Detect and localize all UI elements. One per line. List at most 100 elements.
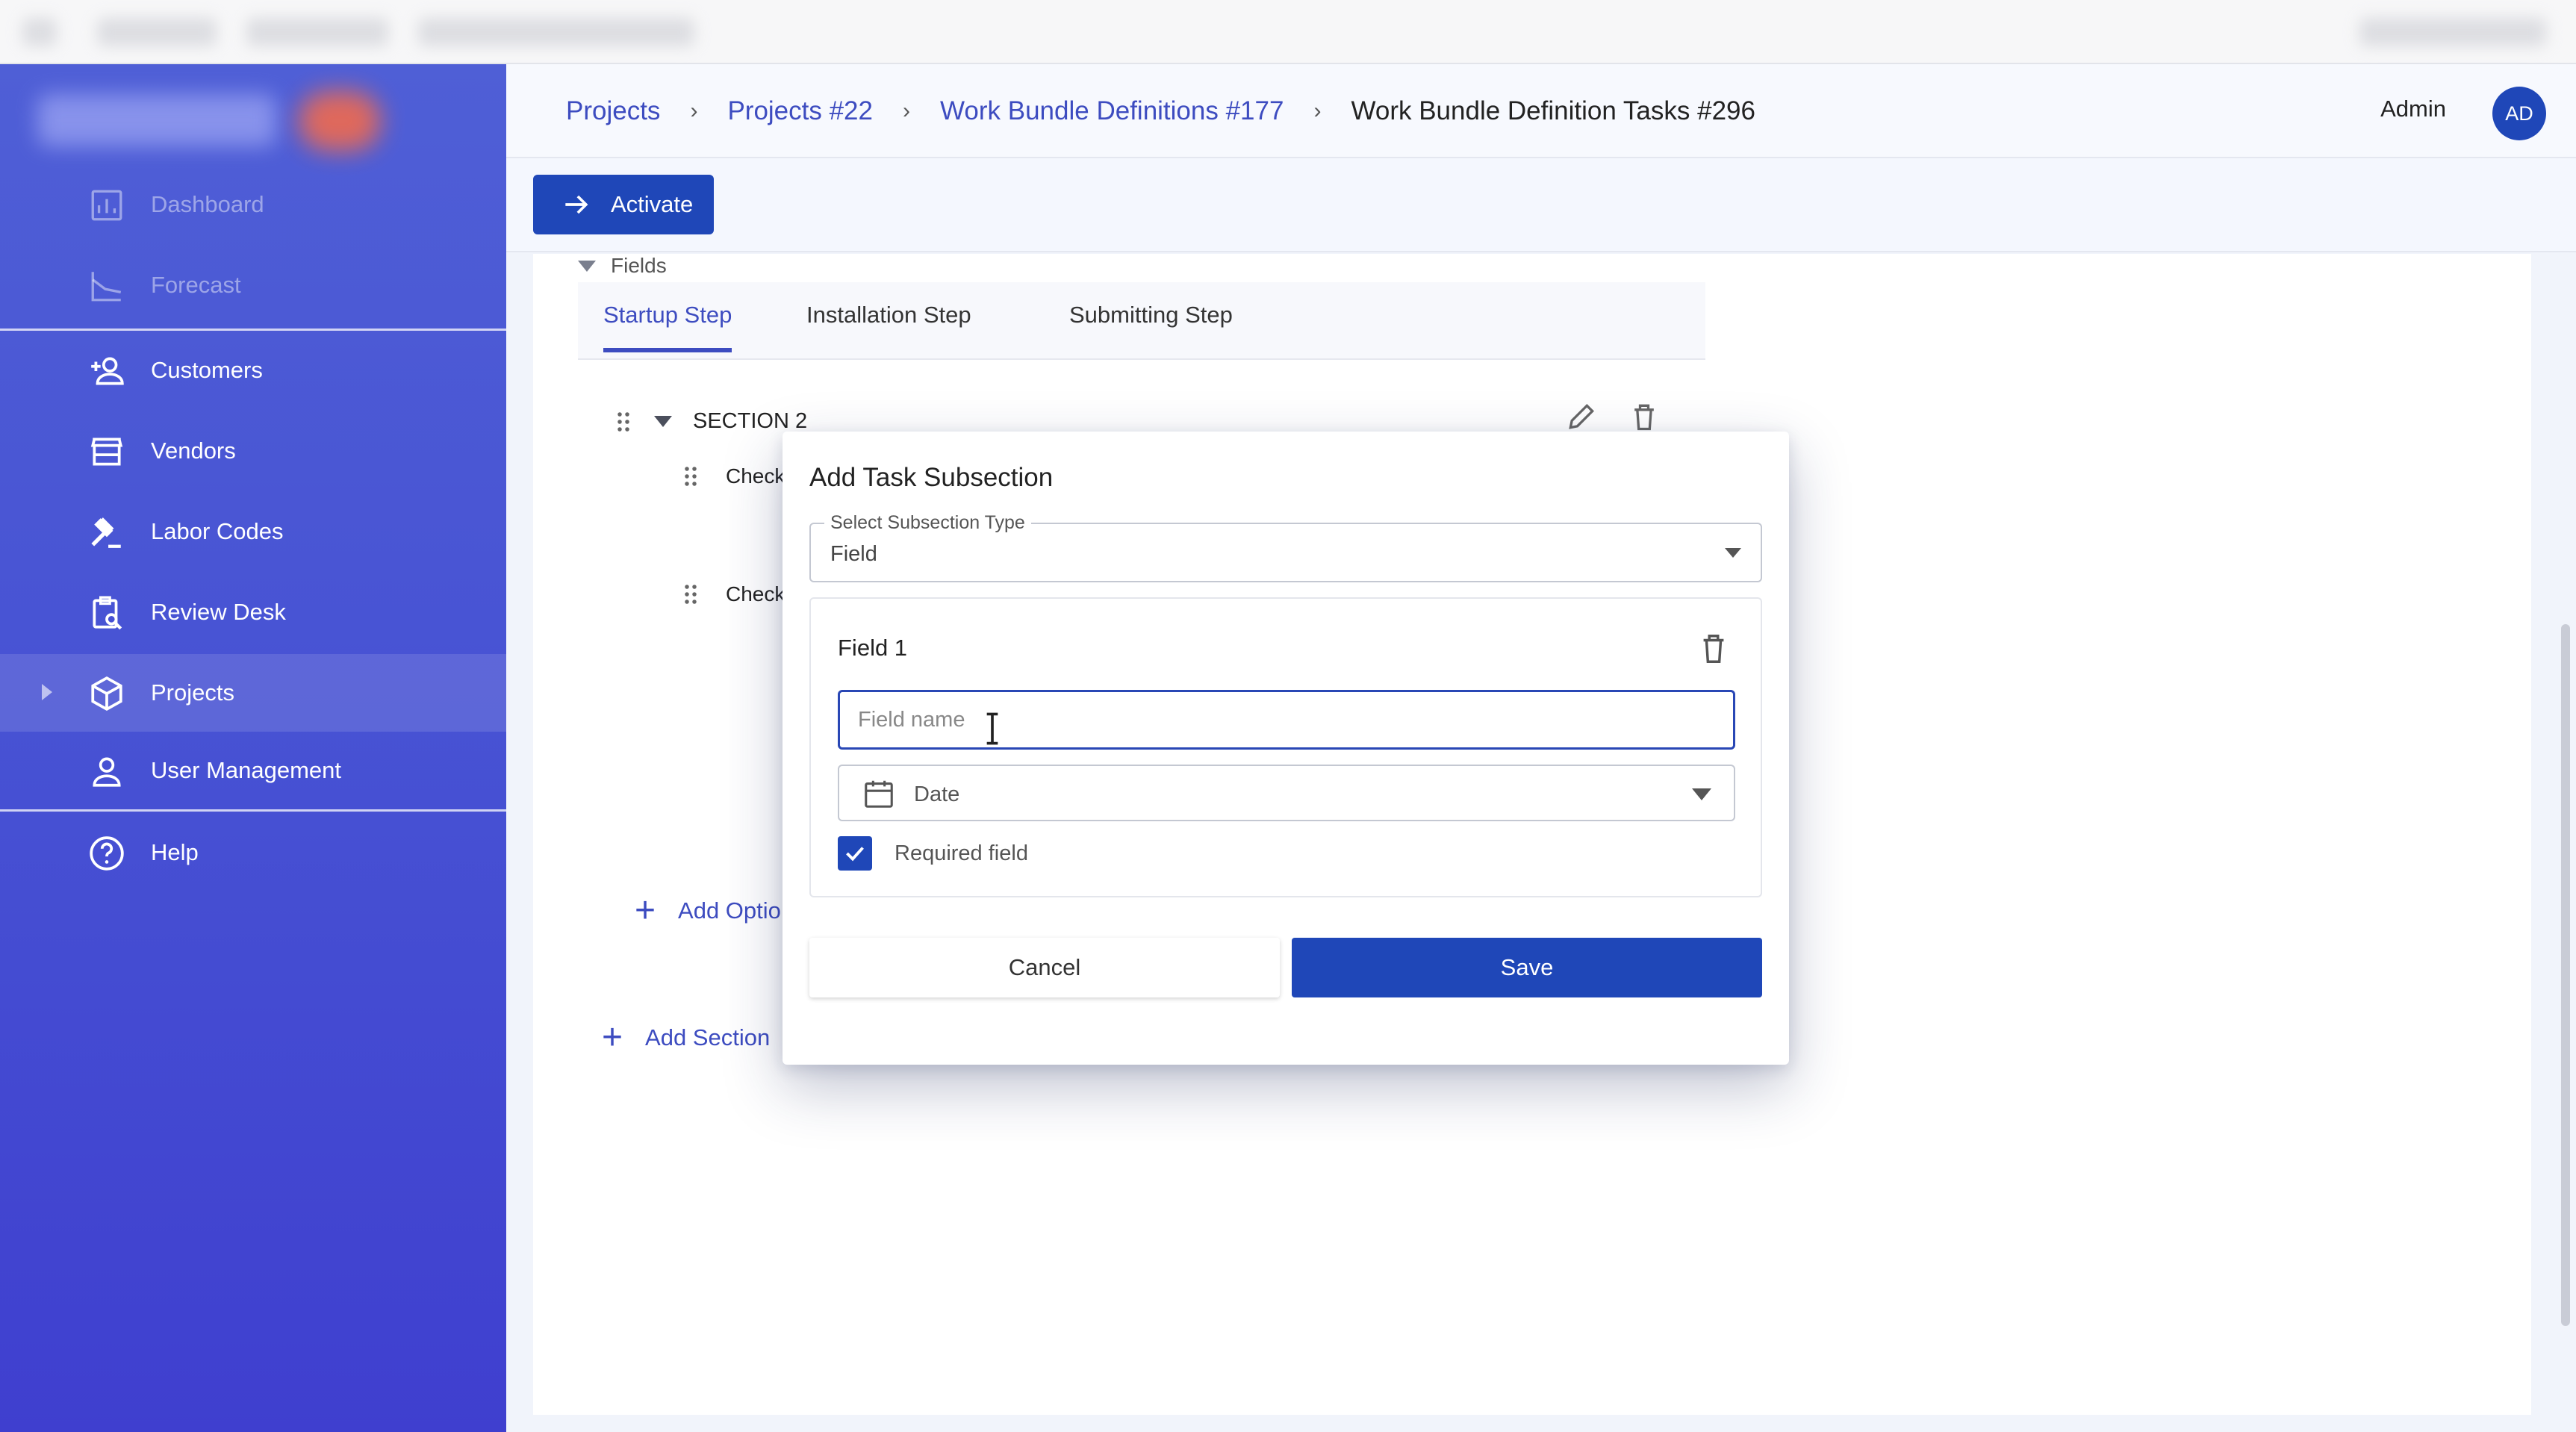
breadcrumb-work-bundle-definitions[interactable]: Work Bundle Definitions #177 [940,96,1284,126]
add-person-icon [91,357,124,385]
field-title: Field 1 [838,635,908,661]
section-title: SECTION 2 [693,409,808,433]
person-icon [93,757,121,787]
tab-submitting-step[interactable]: Submitting Step [1069,302,1233,348]
sidebar-item-label: Help [151,839,199,865]
sidebar-item-label: Dashboard [151,191,264,217]
blurred-account [2359,18,2546,46]
trash-icon[interactable] [1696,632,1731,666]
chevron-right-icon: › [903,99,910,123]
sidebar-item-labor-codes[interactable]: Labor Codes [0,493,506,570]
add-section-label: Add Section [645,1024,771,1050]
collapse-arrow-icon[interactable] [654,416,672,427]
logo-mark [299,91,381,151]
chevron-right-icon: › [1313,99,1322,123]
toolbar: Activate [506,158,2576,252]
save-button[interactable]: Save [1292,938,1762,997]
clipboard-search-icon [93,596,122,630]
subsection-type-select[interactable]: Select Subsection Type Field [809,512,1762,582]
subsection-type-label: Select Subsection Type [824,512,1031,534]
collapse-arrow-icon [578,260,596,272]
field-name-input[interactable] [838,690,1735,750]
drag-handle-icon[interactable] [682,583,699,606]
chevron-right-icon: › [690,99,698,123]
blurred-tab [246,18,388,46]
list-item: Checkl [682,582,790,606]
field-type-select[interactable]: Date [838,765,1735,821]
plus-icon: + [635,891,656,930]
sidebar-item-label: User Management [151,757,342,783]
drag-handle-icon[interactable] [615,411,632,433]
sidebar-item-forecast[interactable]: Forecast [0,246,506,324]
top-bar [0,0,2576,64]
add-option-label: Add Optio [678,897,781,924]
fields-header[interactable]: Fields [578,254,667,278]
page-header: Projects › Projects #22 › Work Bundle De… [506,64,2576,158]
required-field-label: Required field [895,841,1028,865]
sidebar: Dashboard Forecast Customers Vendors Lab… [0,64,506,1432]
chevron-down-icon [1692,788,1711,800]
activate-button[interactable]: Activate [533,175,714,234]
add-task-subsection-dialog: Add Task Subsection Select Subsection Ty… [783,432,1789,1065]
scrollbar[interactable] [2561,624,2570,1326]
field-card: Field 1 Date Required field [809,597,1762,897]
plus-icon: + [602,1018,623,1057]
checklist-label: Checkl [726,582,790,606]
cancel-button[interactable]: Cancel [809,938,1280,997]
blurred-icon [22,18,57,46]
blurred-tab [97,18,217,46]
sidebar-divider [0,809,506,812]
blurred-tab [418,18,694,46]
fields-label: Fields [611,254,667,277]
sidebar-item-dashboard[interactable]: Dashboard [0,166,506,243]
sidebar-item-projects[interactable]: Projects [0,654,506,732]
list-item: Checkl [682,464,790,488]
activate-button-label: Activate [611,191,694,217]
arrow-right-icon [565,195,588,214]
user-name: Admin [2380,96,2446,122]
cube-icon [91,676,122,711]
store-icon [90,438,123,466]
edit-icon[interactable] [1565,400,1598,433]
add-option-button[interactable]: + Add Optio [635,893,781,929]
checkbox-checked-icon[interactable] [838,836,872,871]
sidebar-item-label: Customers [151,357,263,383]
drag-handle-icon[interactable] [682,465,699,488]
logo [37,94,276,146]
breadcrumb-project-22[interactable]: Projects #22 [727,96,873,126]
avatar[interactable]: AD [2492,87,2546,140]
checklist-label: Checkl [726,464,790,488]
chart-icon [91,190,122,221]
breadcrumb: Projects › Projects #22 › Work Bundle De… [566,64,1755,158]
required-field-checkbox[interactable]: Required field [838,836,1028,871]
sidebar-item-help[interactable]: Help [0,814,506,891]
calendar-icon [865,780,893,808]
text-cursor-icon [986,712,998,745]
trash-icon[interactable] [1628,400,1661,433]
tab-installation-step[interactable]: Installation Step [806,302,971,348]
chevron-down-icon [1725,548,1741,558]
add-section-button[interactable]: + Add Section [602,1020,770,1056]
tab-startup-step[interactable]: Startup Step [603,302,732,352]
subsection-type-value: Field [830,542,877,566]
expand-caret-icon[interactable] [42,684,52,700]
sidebar-item-user-management[interactable]: User Management [0,732,506,809]
section-header: SECTION 2 [615,409,807,434]
section-tools [1565,400,1690,433]
breadcrumb-projects[interactable]: Projects [566,96,660,126]
step-tabs: Startup Step Installation Step Submittin… [578,282,1705,360]
sidebar-item-review-desk[interactable]: Review Desk [0,573,506,651]
dialog-title: Add Task Subsection [809,463,1054,492]
sidebar-item-label: Vendors [151,438,236,464]
sidebar-item-label: Review Desk [151,599,286,625]
sidebar-item-customers[interactable]: Customers [0,331,506,409]
sidebar-item-label: Forecast [151,272,241,298]
sidebar-item-vendors[interactable]: Vendors [0,412,506,490]
sidebar-divider [0,329,506,331]
sidebar-item-label: Projects [151,679,234,706]
field-type-value: Date [914,782,960,806]
breadcrumb-current: Work Bundle Definition Tasks #296 [1351,96,1755,125]
help-circle-icon [90,836,124,871]
sidebar-item-label: Labor Codes [151,518,284,544]
gavel-icon [91,517,121,548]
